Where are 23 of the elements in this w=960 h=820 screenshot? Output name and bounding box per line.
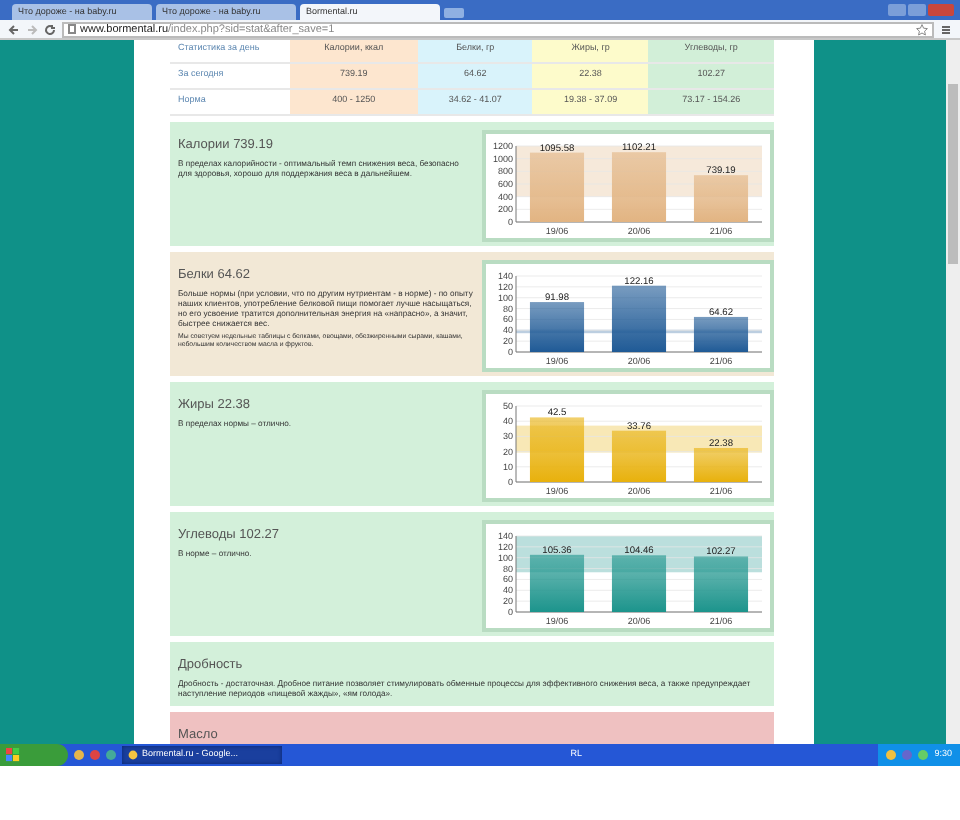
bar xyxy=(693,555,749,611)
reload-icon[interactable] xyxy=(44,23,56,35)
bar xyxy=(611,429,667,481)
bar xyxy=(529,151,585,221)
bar xyxy=(611,284,667,351)
windows-flag-icon xyxy=(6,748,20,762)
bar xyxy=(693,447,749,481)
forward-icon[interactable] xyxy=(26,23,38,35)
back-icon[interactable] xyxy=(8,23,20,35)
start-button[interactable] xyxy=(0,744,68,766)
scrollbar[interactable] xyxy=(946,40,960,744)
bar xyxy=(693,315,749,351)
bar xyxy=(529,553,585,611)
new-tab-button[interactable] xyxy=(444,8,464,18)
bar xyxy=(693,174,749,221)
bar xyxy=(611,151,667,221)
bar xyxy=(529,301,585,351)
star-icon[interactable] xyxy=(916,23,928,35)
minimize-button[interactable] xyxy=(888,4,906,16)
bar xyxy=(611,554,667,611)
bar xyxy=(529,416,585,481)
menu-icon[interactable] xyxy=(940,23,952,35)
browser-icon xyxy=(128,750,138,760)
